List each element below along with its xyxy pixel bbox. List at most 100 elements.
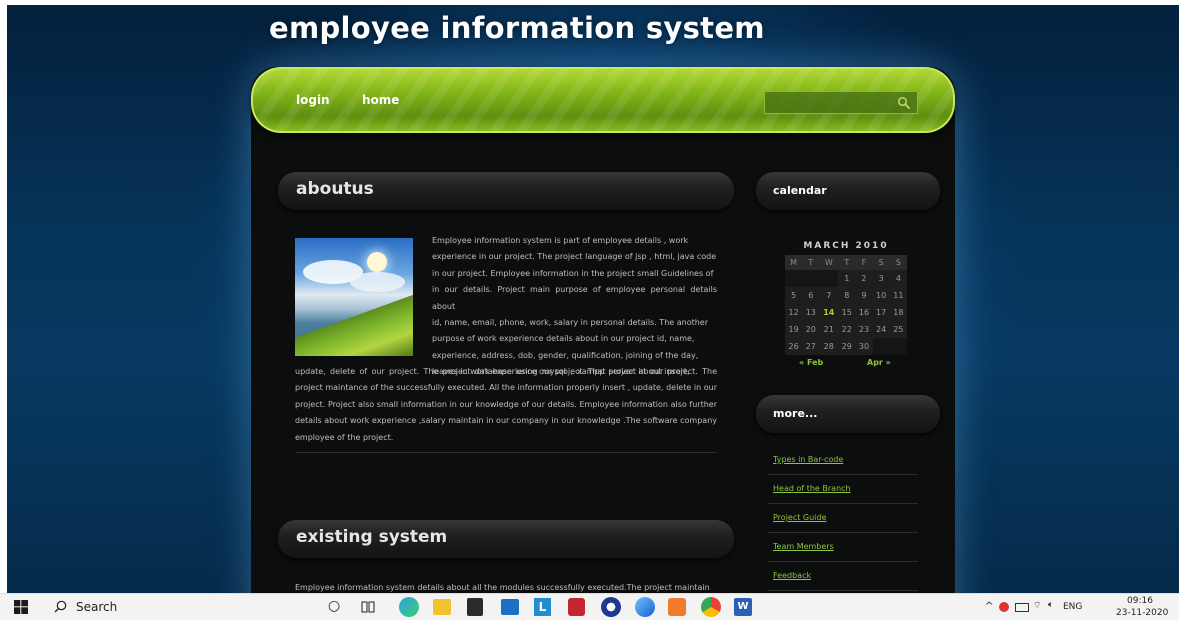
aboutus-line: in our project. Employee information in … <box>432 268 714 278</box>
internet-explorer-icon[interactable] <box>635 597 655 617</box>
calendar-day[interactable]: 30 <box>855 338 873 355</box>
search-input[interactable] <box>765 92 895 113</box>
calendar-day[interactable]: 20 <box>802 321 820 338</box>
language-indicator[interactable]: ENG <box>1063 602 1082 612</box>
calendar-weekday: T <box>802 255 820 270</box>
shield-app-icon[interactable] <box>568 598 585 616</box>
calendar-day[interactable]: 21 <box>819 321 839 338</box>
cortana-icon[interactable]: ○ <box>328 598 348 618</box>
aboutus-line: experience, address, dob, gender, qualif… <box>432 350 699 360</box>
calendar-day[interactable]: 13 <box>802 304 820 321</box>
calendar-day[interactable]: 22 <box>838 321 856 338</box>
search-box <box>764 91 918 114</box>
chevron-up-icon[interactable]: ^ <box>985 601 993 612</box>
calendar-day[interactable]: 27 <box>802 338 820 355</box>
more-heading-bar: more... <box>756 395 940 433</box>
calendar-next-link[interactable]: Apr » <box>867 358 891 367</box>
calendar-heading-bar: calendar <box>756 172 940 210</box>
clock-time[interactable]: 09:16 <box>1127 596 1153 606</box>
calendar-day[interactable]: 18 <box>889 304 907 321</box>
calendar-day[interactable]: 5 <box>785 287 803 304</box>
clock-date[interactable]: 23-11-2020 <box>1116 608 1168 618</box>
launcher-l-icon[interactable]: L <box>534 598 551 616</box>
more-link-head-of-branch[interactable]: Head of the Branch <box>773 484 921 493</box>
more-link-project-guide[interactable]: Project Guide <box>773 513 921 522</box>
search-icon[interactable] <box>54 600 67 613</box>
aboutus-text-wrap: Employee information system is part of e… <box>432 233 717 381</box>
calendar-day[interactable]: 16 <box>855 304 873 321</box>
calendar-widget: MARCH 2010 MTWTFSS 1 2 3 4 5 6 7 8 9 10 11 12 13 14 15… <box>785 241 907 372</box>
word-icon[interactable]: W <box>734 598 752 616</box>
nav-bar: login home <box>251 67 955 133</box>
calendar-day[interactable]: 8 <box>838 287 856 304</box>
calendar-weekday: M <box>785 255 803 270</box>
calendar-day[interactable]: 24 <box>872 321 890 338</box>
more-link-team-members[interactable]: Team Members <box>773 542 921 551</box>
calendar-day[interactable]: 1 <box>838 270 856 287</box>
calendar-day[interactable]: 3 <box>872 270 890 287</box>
volume-icon[interactable]: 🔈︎ <box>1048 600 1053 610</box>
link-separator <box>768 590 918 591</box>
aboutus-text-rest: update, delete of our project. The proje… <box>295 367 717 442</box>
calendar-day[interactable]: 11 <box>889 287 907 304</box>
calendar-weekday: S <box>872 255 890 270</box>
calendar-empty-cell <box>872 338 890 355</box>
calendar-week-row: 1234 <box>785 270 907 287</box>
calendar-empty-cell <box>819 270 839 287</box>
calendar-heading: calendar <box>773 184 827 197</box>
calendar-day[interactable]: 19 <box>785 321 803 338</box>
wifi-icon[interactable]: ⌔ <box>1033 600 1041 611</box>
calendar-day[interactable]: 12 <box>785 304 803 321</box>
link-separator <box>768 561 918 562</box>
calendar-day[interactable]: 2 <box>855 270 873 287</box>
calendar-empty-cell <box>889 338 907 355</box>
calendar-day[interactable]: 23 <box>855 321 873 338</box>
windows-start-icon[interactable] <box>14 600 28 614</box>
calendar-day[interactable]: 17 <box>872 304 890 321</box>
eclipse-icon[interactable] <box>601 597 621 617</box>
calendar-day[interactable]: 26 <box>785 338 803 355</box>
calendar-day[interactable]: 7 <box>819 287 839 304</box>
more-link-types-in-barcode[interactable]: Types in Bar-code <box>773 455 921 464</box>
calendar-day[interactable]: 6 <box>802 287 820 304</box>
existing-heading: existing system <box>296 527 448 547</box>
calendar-day[interactable]: 25 <box>889 321 907 338</box>
store-icon[interactable] <box>467 598 483 616</box>
calendar-weekday: W <box>819 255 839 270</box>
calendar-day[interactable]: 4 <box>889 270 907 287</box>
calendar-day[interactable]: 10 <box>872 287 890 304</box>
more-link-feedback[interactable]: Feedback <box>773 571 921 580</box>
calendar-prev-link[interactable]: « Feb <box>799 358 823 367</box>
aboutus-line: id, name, email, phone, work, salary in … <box>432 318 709 328</box>
chrome-icon[interactable] <box>701 597 721 617</box>
site-title: employee information system <box>269 11 765 45</box>
taskbar: Search ○ L W ^ ⌔ 🔈︎ ENG 09:16 23-11-2020 <box>0 593 1179 620</box>
aboutus-line: Employee information system is part of e… <box>432 236 689 245</box>
calendar-day[interactable]: 29 <box>838 338 856 355</box>
task-view-icon[interactable] <box>361 600 375 614</box>
file-explorer-icon[interactable] <box>433 599 451 615</box>
calendar-week-row: 5 6 7 8 9 10 11 <box>785 287 907 304</box>
calendar-day[interactable]: 14 <box>819 304 839 321</box>
calendar-day[interactable]: 28 <box>819 338 839 355</box>
battery-icon[interactable] <box>1015 603 1029 612</box>
calendar-day[interactable]: 9 <box>855 287 873 304</box>
calendar-weekday: F <box>855 255 873 270</box>
existing-heading-bar: existing system <box>278 520 734 558</box>
calendar-grid: MTWTFSS 1 2 3 4 5 6 7 8 9 10 11 12 13 14 15 16 17 18 19 20 2… <box>785 255 907 355</box>
calendar-empty-cell <box>785 270 803 287</box>
nav-link-login[interactable]: login <box>296 93 330 107</box>
security-alert-icon[interactable] <box>999 602 1009 612</box>
aboutus-line: in our details. Project main purpose of … <box>432 285 717 311</box>
calendar-empty-cell <box>802 270 820 287</box>
search-icon[interactable] <box>897 96 911 110</box>
calendar-day[interactable]: 15 <box>838 304 856 321</box>
edge-icon[interactable] <box>399 597 419 617</box>
nav-link-home[interactable]: home <box>362 93 399 107</box>
existing-text: Employee information system details abou… <box>295 583 710 592</box>
taskbar-search-label[interactable]: Search <box>76 600 117 614</box>
mail-icon[interactable] <box>501 599 519 615</box>
xampp-icon[interactable] <box>668 598 686 616</box>
calendar-weekday: T <box>838 255 856 270</box>
calendar-weekday: S <box>889 255 907 270</box>
